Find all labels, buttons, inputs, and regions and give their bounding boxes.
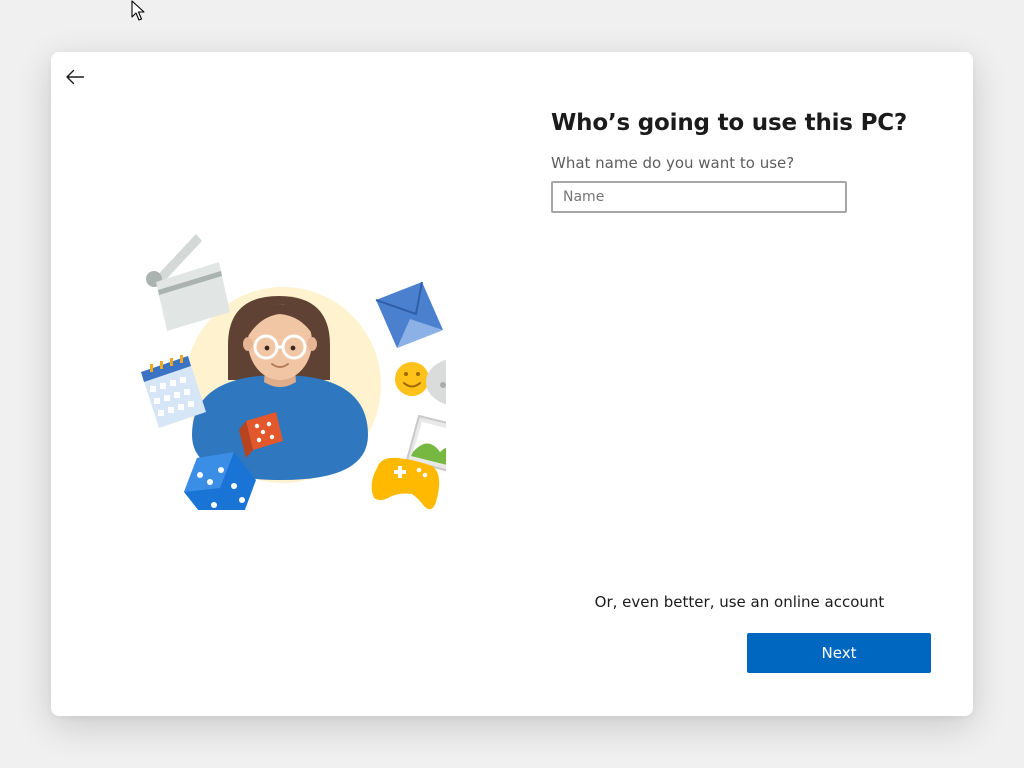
back-arrow-icon [66,69,85,85]
smiley-face-icon [395,362,429,396]
name-input[interactable] [551,181,847,213]
name-prompt: What name do you want to use? [551,154,795,172]
next-button[interactable]: Next [747,633,931,673]
envelope-icon [375,281,443,348]
setup-dialog: Who’s going to use this PC? What name do… [51,52,973,716]
game-controller-icon [371,457,440,510]
page-title: Who’s going to use this PC? [551,110,908,136]
user-activities-illustration [141,234,446,510]
online-account-link[interactable]: Or, even better, use an online account [571,593,908,611]
speech-bubble-icon [426,359,446,405]
back-button[interactable] [61,64,89,90]
mouse-pointer-icon [131,0,145,21]
